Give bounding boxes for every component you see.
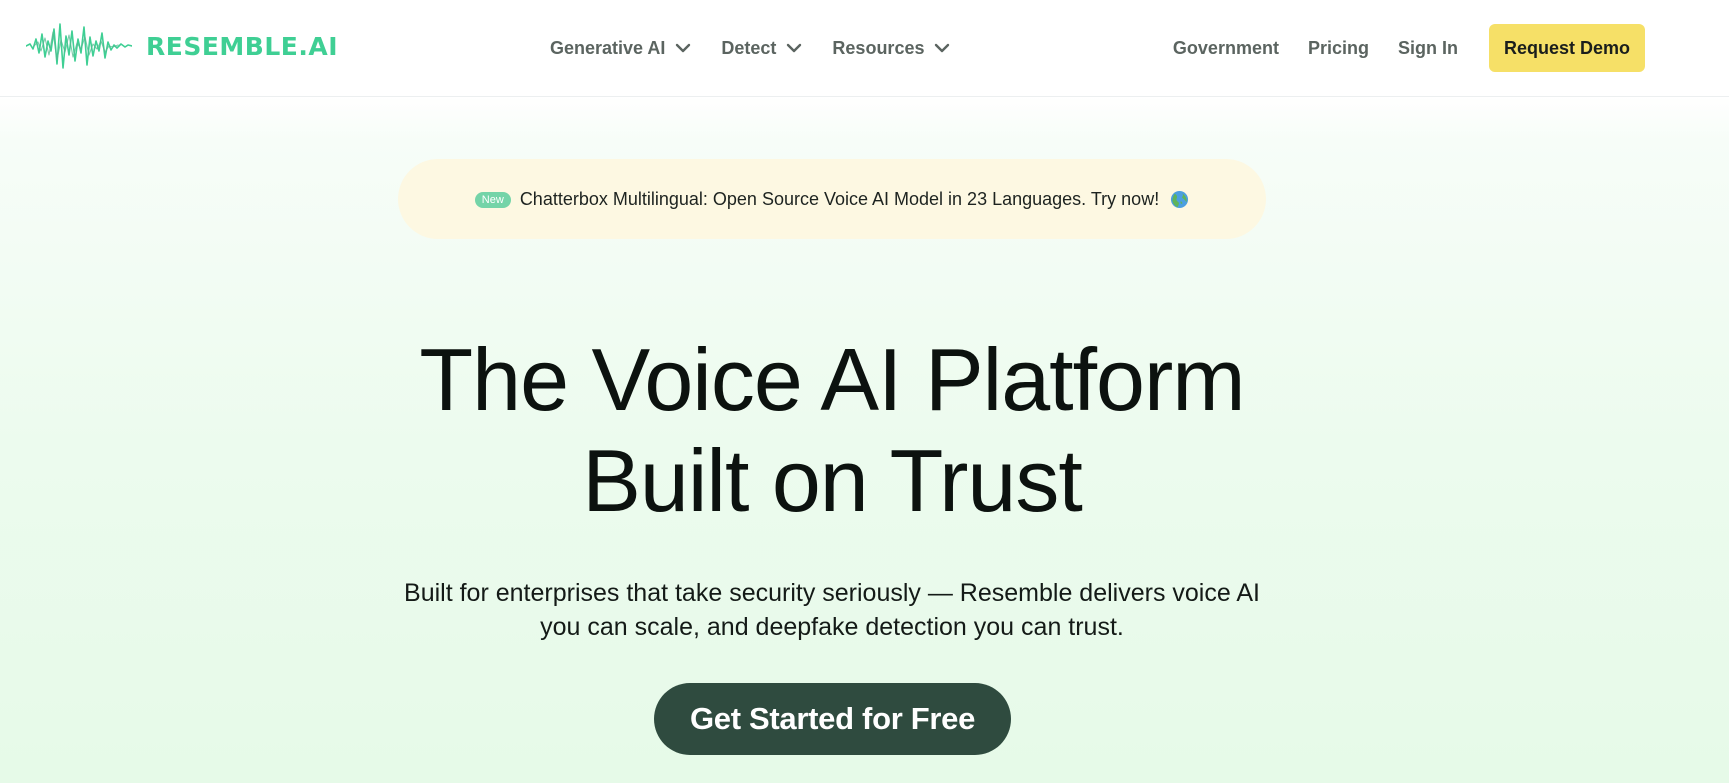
main-nav: Generative AI Detect Resources bbox=[550, 28, 951, 68]
logo-text: RESEMBLE.AI bbox=[146, 31, 338, 61]
site-header: RESEMBLE.AI Generative AI Detect Resourc… bbox=[0, 0, 1729, 97]
chevron-down-icon bbox=[935, 43, 950, 53]
nav-resources-label: Resources bbox=[832, 37, 925, 58]
pricing-link[interactable]: Pricing bbox=[1308, 38, 1369, 59]
announcement-text: Chatterbox Multilingual: Open Source Voi… bbox=[519, 188, 1160, 209]
chevron-down-icon bbox=[676, 43, 691, 53]
government-link[interactable]: Government bbox=[1173, 38, 1279, 59]
hero-subtitle-line: you can scale, and deepfake detection yo… bbox=[540, 613, 1124, 641]
nav-generative-ai[interactable]: Generative AI bbox=[550, 38, 692, 59]
get-started-button[interactable]: Get Started for Free bbox=[654, 683, 1011, 755]
resemble-logo[interactable]: RESEMBLE.AI bbox=[26, 20, 338, 72]
hero-title: The Voice AI Platform Built on Trust bbox=[0, 329, 1664, 531]
announcement-banner[interactable]: New Chatterbox Multilingual: Open Source… bbox=[398, 159, 1266, 239]
chevron-down-icon bbox=[787, 43, 802, 53]
nav-resources[interactable]: Resources bbox=[832, 38, 951, 59]
hero-title-line: The Voice AI Platform bbox=[419, 330, 1245, 429]
hero-title-line: Built on Trust bbox=[582, 431, 1083, 530]
right-nav: Government Pricing Sign In Request Demo bbox=[1173, 24, 1645, 72]
hero-subtitle: Built for enterprises that take security… bbox=[0, 576, 1664, 644]
waveform-logo-icon bbox=[26, 23, 132, 69]
request-demo-button[interactable]: Request Demo bbox=[1488, 24, 1645, 72]
new-badge: New bbox=[474, 192, 511, 208]
nav-detect[interactable]: Detect bbox=[721, 38, 803, 59]
nav-generative-ai-label: Generative AI bbox=[550, 37, 666, 58]
sign-in-link[interactable]: Sign In bbox=[1398, 38, 1458, 59]
globe-icon bbox=[1171, 190, 1189, 208]
nav-detect-label: Detect bbox=[721, 37, 777, 58]
hero-subtitle-line: Built for enterprises that take security… bbox=[404, 579, 1260, 607]
